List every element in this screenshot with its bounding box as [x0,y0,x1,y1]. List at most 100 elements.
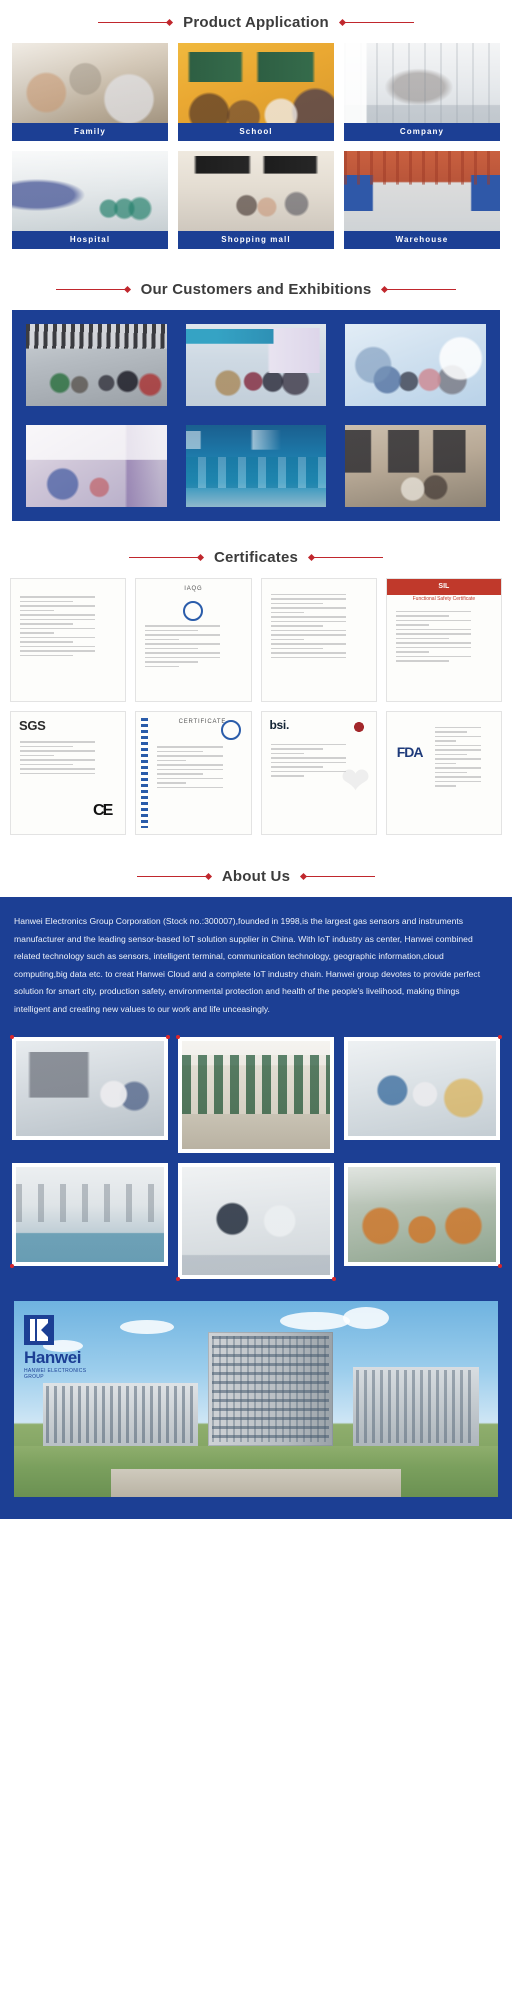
section-heading-certificates: Certificates [0,535,512,578]
shopping-mall-interior-photo [178,151,334,231]
exhibitions-row-1 [21,319,492,411]
hanwei-headquarters-building-photo[interactable]: Hanwei HANWEI ELECTRONICS GROUP [14,1300,498,1497]
assembly-workshop-photo [348,1040,496,1136]
right-building-shape [352,1367,479,1446]
application-caption: Family [12,123,168,141]
heading-rule-right [384,289,457,290]
cloud-shape [120,1320,175,1335]
heading-rule-left [98,22,171,23]
decorative-blue-strip [141,718,149,828]
certificate-issuer: FDA [396,744,424,760]
certificate-issuer: IAQG [184,586,203,592]
exhibition-showroom-visitors-photo [26,324,167,406]
application-caption: Warehouse [344,231,500,249]
heading-rule-right [311,557,384,558]
certificate-bsi[interactable]: bsi. ❤ [260,711,377,835]
factory-photo-5[interactable] [176,1162,336,1281]
classroom-students-photo [178,43,334,123]
document-text-lines [270,593,367,662]
main-tower-shape [207,1332,334,1446]
certificate-issuer: bsi. [269,718,290,732]
certificate-subtitle: Functional Safety Certificate [412,596,476,602]
application-caption: Company [344,123,500,141]
document-text-lines [270,743,367,780]
application-card-school[interactable]: School [178,43,334,141]
document-text-lines [20,596,116,659]
corner-dot-icon [166,1034,170,1039]
corner-dot-icon [10,1263,14,1268]
hanwei-logo-text: Hanwei [24,1347,82,1367]
exhibitions-row-2 [21,420,492,512]
certificate-sil[interactable]: SIL Functional Safety Certificate [385,578,502,702]
exhibition-banner-booth-photo [26,425,167,507]
exhibition-photo-1[interactable] [21,319,172,411]
hanwei-logo-mark-icon [24,1314,54,1345]
certificate-iaqg[interactable]: IAQG [135,578,252,702]
document-text-lines [145,625,241,670]
certificates-row-1: IAQG SIL Functional Safety Certificate [10,578,502,702]
application-caption: Shopping mall [178,231,334,249]
warehouse-aisles-photo [182,1040,330,1149]
seal-icon [183,600,204,621]
certificate-attestation[interactable] [10,578,127,702]
product-application-grid: Family School Company Hospital Shopping … [0,43,512,267]
corner-dot-icon [176,1276,180,1281]
calibration-lab-photo [16,1166,164,1262]
application-card-family[interactable]: Family [12,43,168,141]
exhibition-delegation-group-photo [345,425,487,507]
corner-dot-icon [10,1034,14,1039]
factory-row-1 [10,1034,502,1153]
exhibition-photo-2[interactable] [180,319,332,411]
exhibition-photo-5[interactable] [180,420,332,512]
document-text-lines [395,610,492,665]
certificate-fda[interactable]: FDA [385,711,502,835]
factory-photo-3[interactable] [344,1034,502,1140]
hospital-corridor-photo [12,151,168,231]
factory-photo-4[interactable] [10,1162,168,1268]
corner-dot-icon [498,1034,502,1039]
certificate-registration[interactable] [260,578,377,702]
document-text-lines [434,726,494,790]
section-heading-customers-exhibitions: Our Customers and Exhibitions [0,267,512,310]
exhibition-photo-3[interactable] [340,319,492,411]
sensor-coil-winding-photo [348,1166,496,1262]
application-card-hospital[interactable]: Hospital [12,151,168,249]
warehouse-racking-photo [344,151,500,231]
heading-rule-right [341,22,414,23]
seal-icon [220,720,241,740]
product-application-row-1: Family School Company [12,43,500,141]
heading-rule-left [55,289,128,290]
certificates-gallery: IAQG SIL Functional Safety Certificate S… [0,578,512,854]
factory-photo-gallery [0,1032,512,1293]
section-title: Certificates [213,549,299,566]
sil-header-bar: SIL [386,579,501,595]
application-card-warehouse[interactable]: Warehouse [344,151,500,249]
hanwei-logo: Hanwei HANWEI ELECTRONICS GROUP [24,1314,104,1380]
factory-photo-1[interactable] [10,1034,170,1140]
section-title: Our Customers and Exhibitions [140,281,372,298]
about-us-panel: Hanwei Electronics Group Corporation (St… [0,897,512,1033]
factory-photo-2[interactable] [176,1034,334,1153]
document-text-lines [20,741,116,777]
heading-rule-right [303,876,376,877]
heading-rule-left [136,876,209,877]
certificates-row-2: SGS CE CERTIFICATE bsi. ❤ FDA [10,711,502,835]
corner-dot-icon [332,1276,336,1281]
corner-dot-icon [498,1263,502,1268]
exhibition-photo-6[interactable] [340,420,492,512]
certificate-blue-border[interactable]: CERTIFICATE [135,711,252,835]
exhibition-group-portrait-photo [345,324,487,406]
application-caption: Hospital [12,231,168,249]
section-heading-product-application: Product Application [0,0,512,43]
section-heading-about-us: About Us [0,854,512,897]
exhibition-photo-4[interactable] [21,420,172,512]
quality-inspection-bench-photo [182,1166,330,1275]
living-room-family-photo [12,43,168,123]
certificate-sgs[interactable]: SGS CE [10,711,127,835]
exhibition-booth-crowd-photo [185,324,327,406]
application-card-shopping-mall[interactable]: Shopping mall [178,151,334,249]
application-card-company[interactable]: Company [344,43,500,141]
certificate-issuer: SGS [19,718,46,733]
factory-photo-6[interactable] [344,1162,502,1268]
exhibitions-panel [12,310,500,521]
